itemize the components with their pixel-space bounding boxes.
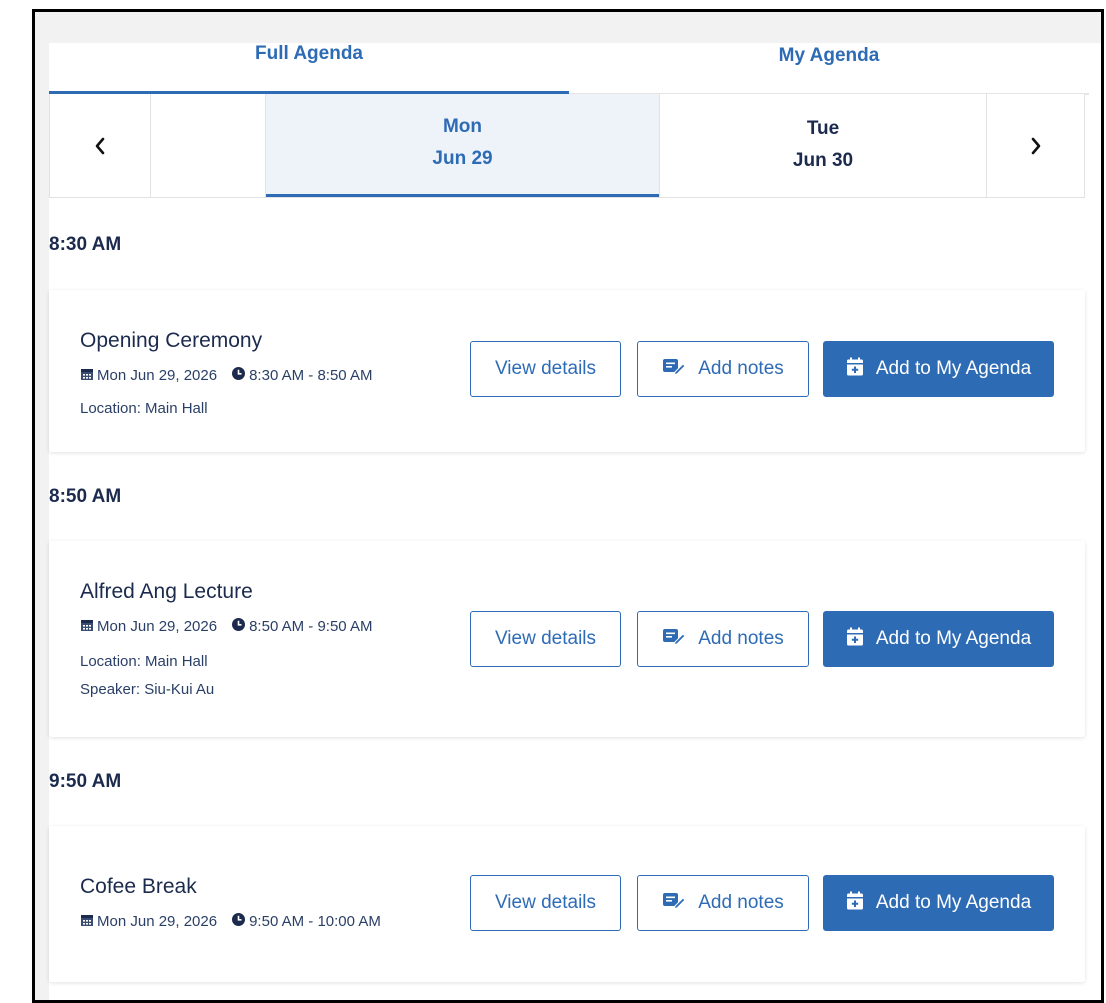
button-label: Add notes bbox=[698, 628, 784, 649]
session-location: Location: Main Hall bbox=[80, 400, 208, 417]
button-label: Add to My Agenda bbox=[875, 628, 1032, 649]
button-label: Add to My Agenda bbox=[875, 892, 1032, 913]
day-date: Jun 29 bbox=[432, 148, 493, 169]
app-frame: Full Agenda My Agenda Mon Jun 29 Tue Jun… bbox=[32, 9, 1104, 1003]
day-tab-selected[interactable]: Mon Jun 29 bbox=[266, 94, 659, 197]
day-selector: Mon Jun 29 Tue Jun 30 bbox=[49, 94, 1085, 198]
add-notes-button[interactable]: Add notes bbox=[637, 875, 809, 931]
notes-edit-icon bbox=[662, 627, 686, 651]
session-title: Alfred Ang Lecture bbox=[80, 580, 253, 603]
agenda-tabs: Full Agenda My Agenda bbox=[49, 43, 1089, 95]
session-date: Mon Jun 29, 2026 bbox=[97, 913, 218, 930]
session-datetime: Mon Jun 29, 2026 8:50 AM - 9:50 AM bbox=[80, 617, 373, 636]
clock-icon bbox=[231, 912, 246, 931]
view-details-button[interactable]: View details bbox=[470, 875, 621, 931]
view-details-button[interactable]: View details bbox=[470, 341, 621, 397]
button-label: Add notes bbox=[698, 358, 784, 379]
clock-icon bbox=[231, 366, 246, 385]
day-tab-next[interactable]: Tue Jun 30 bbox=[659, 94, 986, 197]
tab-full-agenda[interactable]: Full Agenda bbox=[49, 43, 569, 91]
button-label: View details bbox=[494, 358, 597, 379]
day-date: Jun 30 bbox=[792, 150, 854, 171]
calendar-plus-icon bbox=[846, 627, 864, 652]
session-datetime: Mon Jun 29, 2026 9:50 AM - 10:00 AM bbox=[80, 912, 381, 931]
add-notes-button[interactable]: Add notes bbox=[637, 611, 809, 667]
calendar-plus-icon bbox=[846, 891, 864, 916]
session-date: Mon Jun 29, 2026 bbox=[97, 367, 218, 384]
session-time-range: 9:50 AM - 10:00 AM bbox=[249, 913, 381, 930]
session-card: Opening Ceremony Mon Jun 29, 2026 8:30 A… bbox=[49, 290, 1085, 452]
session-date: Mon Jun 29, 2026 bbox=[97, 618, 218, 635]
add-to-my-agenda-button[interactable]: Add to My Agenda bbox=[823, 341, 1054, 397]
prev-day-button[interactable] bbox=[50, 94, 151, 197]
day-name: Tue bbox=[806, 118, 840, 139]
calendar-icon bbox=[80, 367, 94, 385]
agenda-panel: Full Agenda My Agenda Mon Jun 29 Tue Jun… bbox=[49, 43, 1101, 1000]
session-title: Opening Ceremony bbox=[80, 329, 263, 352]
add-to-my-agenda-button[interactable]: Add to My Agenda bbox=[823, 875, 1054, 931]
session-card: Cofee Break Mon Jun 29, 2026 9:50 AM - 1… bbox=[49, 826, 1085, 982]
button-label: View details bbox=[494, 628, 597, 649]
session-card: Alfred Ang Lecture Mon Jun 29, 2026 8:50… bbox=[49, 541, 1085, 737]
session-datetime: Mon Jun 29, 2026 8:30 AM - 8:50 AM bbox=[80, 366, 373, 385]
notes-edit-icon bbox=[662, 891, 686, 915]
session-title: Cofee Break bbox=[80, 875, 197, 898]
time-slot-label: 9:50 AM bbox=[49, 771, 122, 792]
view-details-button[interactable]: View details bbox=[470, 611, 621, 667]
session-location: Location: Main Hall bbox=[80, 653, 208, 670]
calendar-icon bbox=[80, 618, 94, 636]
calendar-icon bbox=[80, 913, 94, 931]
day-name: Mon bbox=[442, 116, 483, 137]
button-label: Add to My Agenda bbox=[875, 358, 1032, 379]
chevron-right-icon bbox=[1030, 137, 1042, 155]
day-placeholder bbox=[151, 94, 266, 197]
add-to-my-agenda-button[interactable]: Add to My Agenda bbox=[823, 611, 1054, 667]
session-time-range: 8:50 AM - 9:50 AM bbox=[249, 618, 373, 635]
button-label: View details bbox=[494, 892, 597, 913]
next-day-button[interactable] bbox=[986, 94, 1085, 197]
calendar-plus-icon bbox=[846, 357, 864, 382]
chevron-left-icon bbox=[94, 137, 106, 155]
time-slot-label: 8:50 AM bbox=[49, 486, 122, 507]
button-label: Add notes bbox=[698, 892, 784, 913]
clock-icon bbox=[231, 617, 246, 636]
add-notes-button[interactable]: Add notes bbox=[637, 341, 809, 397]
session-speaker: Speaker: Siu-Kui Au bbox=[80, 681, 215, 698]
tab-my-agenda[interactable]: My Agenda bbox=[569, 43, 1089, 93]
notes-edit-icon bbox=[662, 357, 686, 381]
session-time-range: 8:30 AM - 8:50 AM bbox=[249, 367, 373, 384]
time-slot-label: 8:30 AM bbox=[49, 234, 122, 255]
